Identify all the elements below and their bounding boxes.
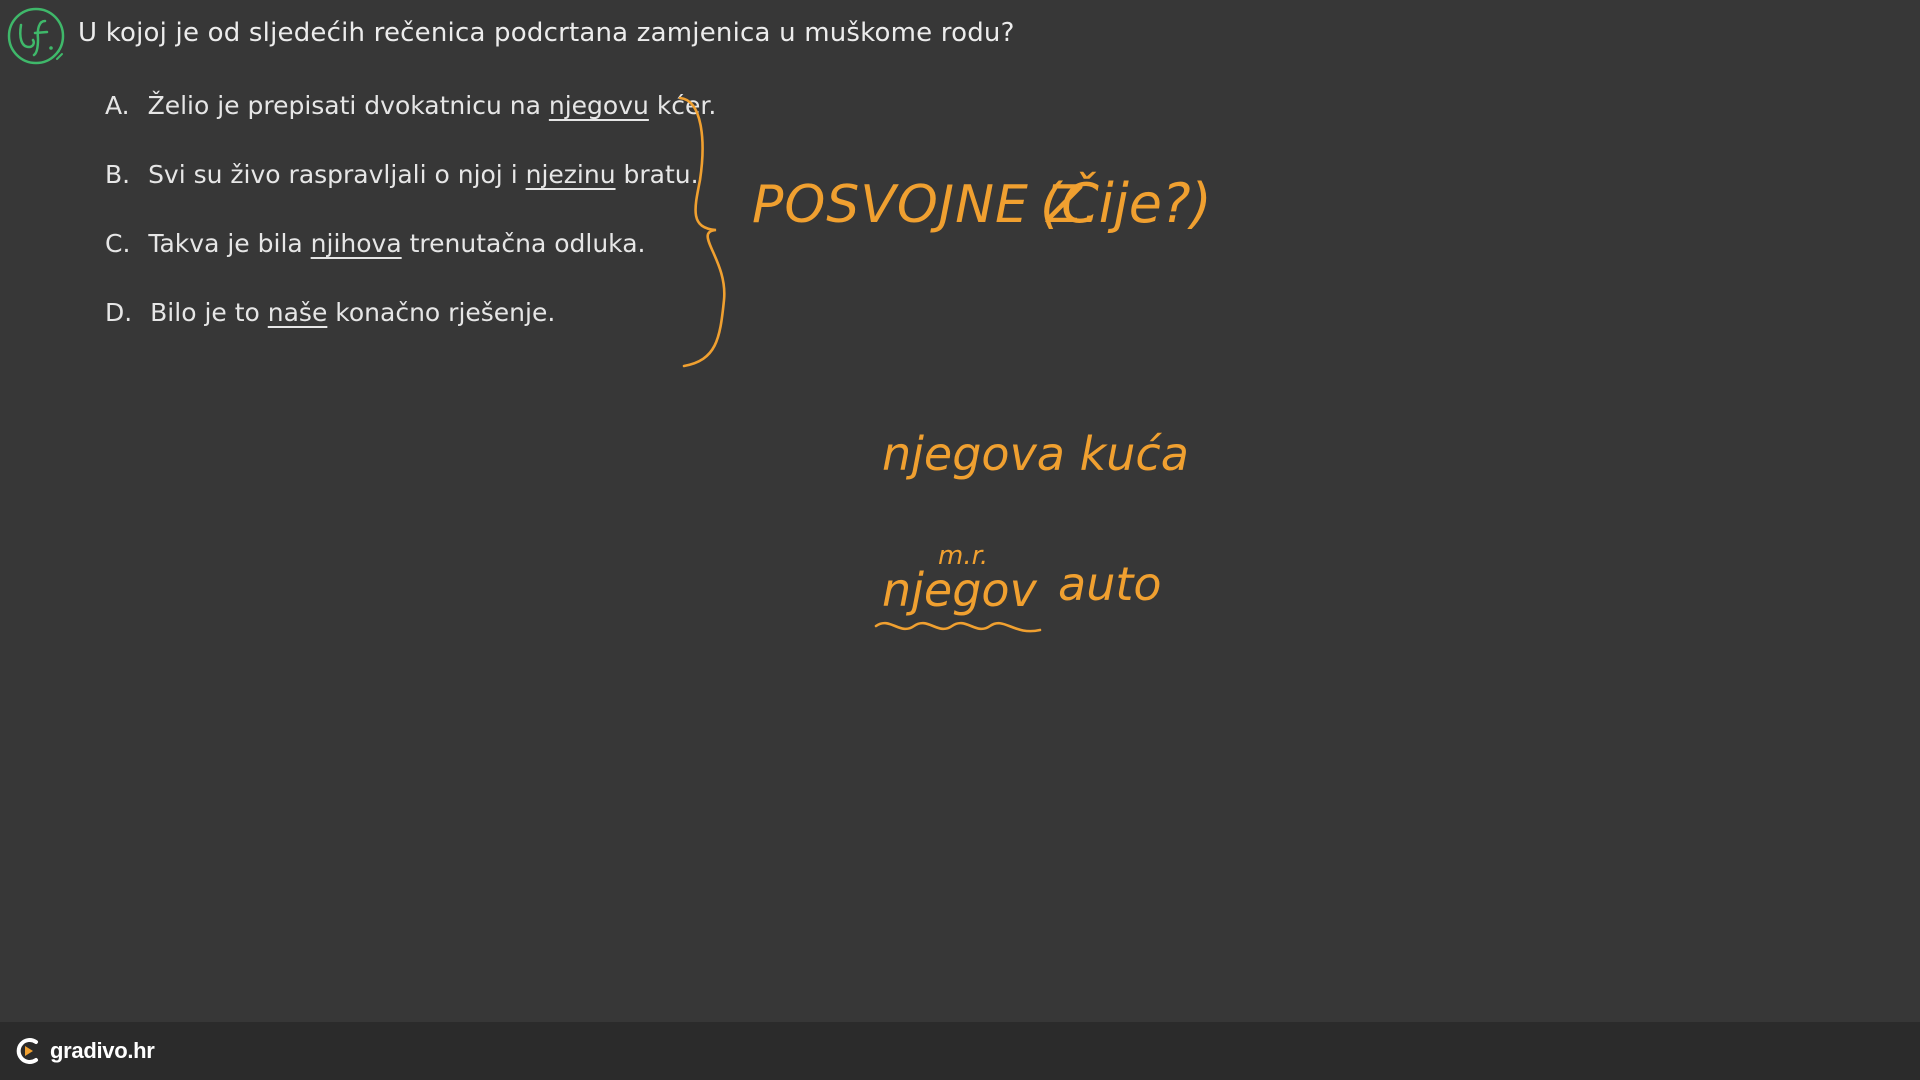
gradivo-logo-icon	[16, 1038, 38, 1064]
underlined-pronoun: naše	[267, 298, 328, 327]
underlined-pronoun: njihova	[310, 229, 402, 258]
underlined-pronoun: njegovu	[548, 91, 649, 120]
answer-option-b: B. Svi su živo raspravljali o njoj i nje…	[105, 160, 699, 189]
answer-option-a: A. Želio je prepisati dvokatnicu na njeg…	[105, 91, 716, 120]
handwritten-annotations: POSVOJNE Z. (Čije?) njegova kuća m.r. nj…	[678, 96, 1212, 633]
wavy-underline-mark	[874, 621, 1042, 633]
group-label: POSVOJNE Z.	[752, 175, 1101, 235]
answer-option-c: C. Takva je bila njihova trenutačna odlu…	[105, 229, 645, 258]
answer-text-after: konačno rješenje.	[335, 298, 556, 327]
answer-text-after: trenutačna odluka.	[409, 229, 646, 258]
answer-text-before: Bilo je to	[150, 298, 260, 327]
answer-text-after: kćer.	[656, 91, 717, 120]
curly-brace-mark	[678, 96, 726, 368]
example-possessive-feminine: njegova kuća	[882, 427, 1189, 481]
answer-text-before: Svi su živo raspravljali o njoj i	[148, 160, 518, 189]
answer-letter: C.	[105, 229, 131, 258]
example-possessive-masculine: njegov	[882, 563, 1038, 617]
answer-letter: D.	[105, 298, 133, 327]
underlined-pronoun: njezinu	[525, 160, 616, 189]
answer-text-before: Želio je prepisati dvokatnicu na	[147, 91, 541, 120]
example-noun: auto	[1058, 557, 1162, 611]
question-text: U kojoj je od sljedećih rečenica podcrta…	[78, 18, 1015, 48]
answer-letter: A.	[105, 91, 130, 120]
group-question: (Čije?)	[1040, 172, 1212, 235]
answer-option-d: D. Bilo je to naše konačno rješenje.	[105, 298, 555, 327]
question-badge-icon	[7, 7, 65, 65]
whiteboard: U kojoj je od sljedećih rečenica podcrta…	[0, 0, 1920, 1022]
brand-name: gradivo.hr	[50, 1038, 155, 1063]
answer-letter: B.	[105, 160, 131, 189]
answer-text-before: Takva je bila	[148, 229, 303, 258]
brand-logo[interactable]: gradivo.hr	[14, 1036, 155, 1066]
gender-note: m.r.	[938, 541, 988, 571]
answer-text-after: bratu.	[623, 160, 699, 189]
footer-bar: gradivo.hr	[0, 1022, 1920, 1080]
